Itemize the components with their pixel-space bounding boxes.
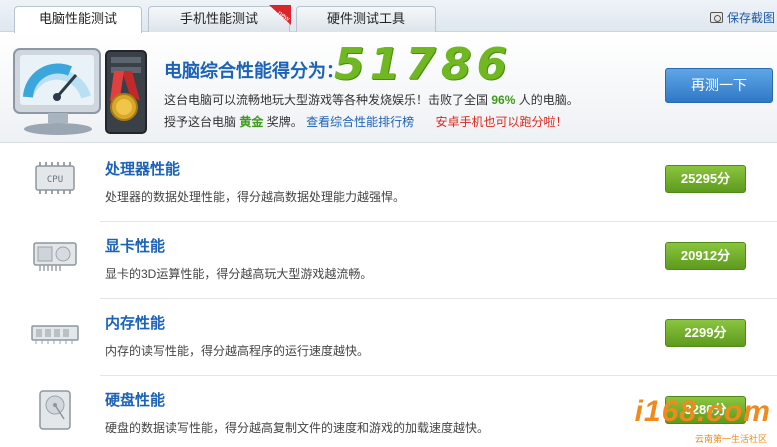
retest-button[interactable]: 再测一下 (665, 68, 773, 103)
tab-phone-performance[interactable]: 手机性能测试 new (148, 5, 291, 32)
cpu-row: CPU 处理器性能 处理器的数据处理性能，得分越高数据处理能力越强悍。 2529… (0, 144, 777, 222)
score-title: 电脑综合性能得分为： (164, 61, 344, 81)
score-header: 电脑综合性能得分为： 51786 这台电脑可以流畅地玩大型游戏等各种发烧娱乐！击… (0, 33, 777, 143)
defeat-summary-prefix: 这台电脑可以流畅地玩大型游戏等各种发烧娱乐！击败了全国 (164, 93, 489, 107)
award-suffix: 奖牌。 (266, 115, 303, 129)
computer-gauge-illustration (13, 48, 147, 135)
cpu-title: 处理器性能 (105, 161, 181, 178)
defeat-percent: 96% (491, 93, 516, 107)
award-prefix: 授予这台电脑 (164, 115, 237, 129)
disk-title: 硬盘性能 (105, 392, 166, 409)
memory-description: 内存的读写性能，得分越高程序的运行速度越快。 (105, 344, 370, 358)
cpu-description: 处理器的数据处理性能，得分越高数据处理能力越强悍。 (105, 190, 406, 204)
tab-bar: 电脑性能测试 手机性能测试 new 硬件测试工具 保存截图 (0, 0, 777, 33)
save-screenshot-button[interactable]: 保存截图 (709, 9, 775, 26)
camera-icon (709, 12, 723, 23)
tab-hardware-tools[interactable]: 硬件测试工具 (296, 6, 436, 32)
graphics-card-icon (33, 242, 77, 271)
total-score: 51786 (334, 39, 513, 90)
defeat-summary: 这台电脑可以流畅地玩大型游戏等各种发烧娱乐！击败了全国 96% 人的电脑。 (164, 91, 579, 108)
disk-description: 硬盘的数据读写性能，得分越高复制文件的速度和游戏的加载速度越快。 (105, 421, 490, 435)
memory-icon (31, 325, 79, 344)
tab-phone-performance-label: 手机性能测试 (179, 11, 258, 26)
memory-title: 内存性能 (105, 315, 166, 332)
cpu-icon: CPU (35, 162, 75, 194)
new-badge-icon: new (269, 5, 291, 25)
tab-pc-performance[interactable]: 电脑性能测试 (14, 6, 142, 33)
watermark-logo: i168.com (634, 395, 771, 428)
defeat-summary-suffix: 人的电脑。 (518, 93, 579, 107)
hard-disk-icon (39, 390, 71, 430)
award-summary: 授予这台电脑 黄金 奖牌。 查看综合性能排行榜 安卓手机也可以跑分啦！ (164, 113, 567, 130)
gpu-description: 显卡的3D运算性能，得分越高玩大型游戏越流畅。 (105, 267, 373, 281)
medal-level: 黄金 (239, 115, 264, 129)
save-screenshot-label: 保存截图 (726, 11, 775, 25)
svg-text:CPU: CPU (47, 175, 63, 185)
cpu-score: 25295分 (665, 165, 746, 193)
android-link[interactable]: 安卓手机也可以跑分啦！ (435, 115, 567, 129)
gpu-row: 显卡性能 显卡的3D运算性能，得分越高玩大型游戏越流畅。 20912分 (0, 221, 777, 299)
gpu-title: 显卡性能 (105, 238, 166, 255)
memory-score: 2299分 (665, 319, 746, 347)
memory-row: 内存性能 内存的读写性能，得分越高程序的运行速度越快。 2299分 (0, 298, 777, 376)
ranking-link[interactable]: 查看综合性能排行榜 (306, 115, 414, 129)
watermark-subtitle: 云南第一生活社区 (694, 434, 767, 444)
gpu-score: 20912分 (665, 242, 746, 270)
